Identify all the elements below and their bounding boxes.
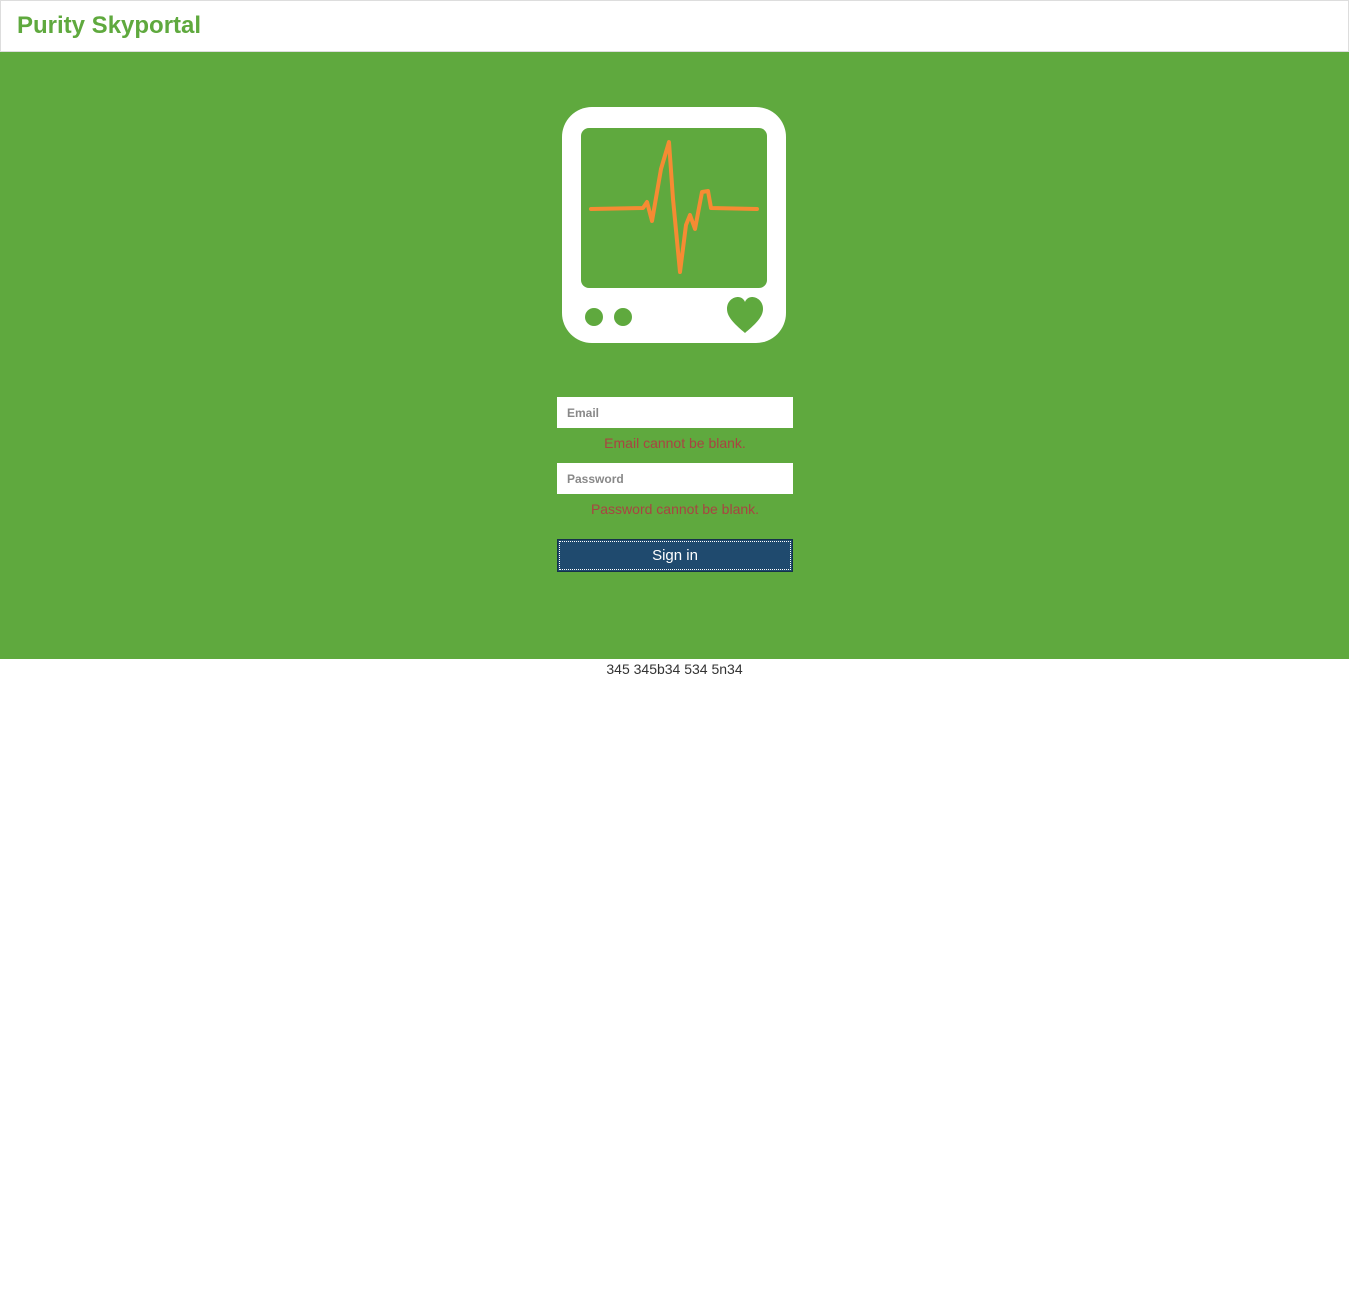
email-error-message: Email cannot be blank.	[604, 435, 746, 451]
brand-link[interactable]: Purity Skyportal	[17, 12, 201, 40]
password-input[interactable]	[557, 463, 793, 494]
footer-text: 345 345b34 534 5n34	[606, 661, 743, 677]
top-navbar: Purity Skyportal	[0, 0, 1349, 52]
sign-in-button[interactable]: Sign in	[557, 539, 793, 572]
email-input[interactable]	[557, 397, 793, 428]
login-hero: Email cannot be blank. Password cannot b…	[0, 52, 1349, 659]
heart-monitor-icon	[562, 107, 786, 343]
password-error-message: Password cannot be blank.	[590, 501, 760, 517]
